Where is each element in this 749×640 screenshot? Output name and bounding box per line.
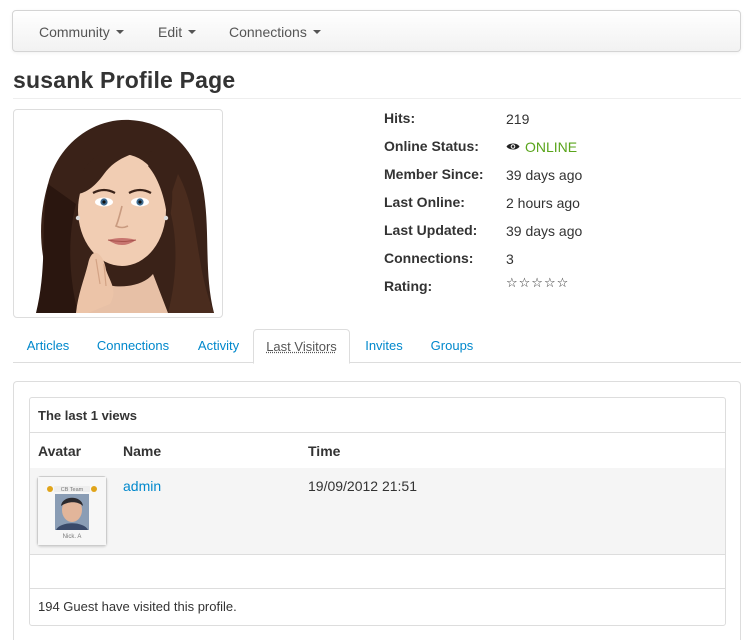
last-online-value: 2 hours ago <box>506 195 580 211</box>
visitors-panel: The last 1 views Avatar Name Time CB Tea… <box>29 397 726 626</box>
divider <box>30 554 725 555</box>
last-online-label: Last Online: <box>384 194 465 210</box>
nav-edit-menu[interactable]: Edit <box>158 11 197 51</box>
tab-last-visitors[interactable]: Last Visitors <box>253 329 350 364</box>
tab-activity[interactable]: Activity <box>196 329 241 363</box>
column-header-avatar: Avatar <box>38 443 82 459</box>
online-status-label: Online Status: <box>384 138 479 154</box>
eye-icon <box>506 143 520 150</box>
column-header-name: Name <box>123 443 162 459</box>
profile-photo[interactable] <box>13 109 223 318</box>
visitor-avatar-image: CB Team Nick. A <box>38 477 106 545</box>
profile-tabs: Articles Connections Activity Last Visit… <box>13 329 741 364</box>
hits-label: Hits: <box>384 110 416 126</box>
top-navbar: Community Edit Connections <box>12 10 741 52</box>
online-status-text: ONLINE <box>525 139 578 155</box>
avatar-banner-text: CB Team <box>61 487 84 493</box>
avatar-caption-text: Nick. A <box>63 534 82 540</box>
hits-value: 219 <box>506 111 530 127</box>
rating-label: Rating: <box>384 278 433 294</box>
connections-value: 3 <box>506 251 514 267</box>
visitor-name-link[interactable]: admin <box>123 478 161 494</box>
page-title: susank Profile Page <box>13 67 236 93</box>
tab-connections[interactable]: Connections <box>96 329 170 363</box>
member-since-label: Member Since: <box>384 166 484 182</box>
connections-label: Connections: <box>384 250 474 266</box>
nav-connections-label: Connections <box>229 24 307 40</box>
divider <box>30 588 725 589</box>
tab-invites[interactable]: Invites <box>364 329 404 363</box>
title-divider <box>13 98 741 99</box>
tab-content-well: The last 1 views Avatar Name Time CB Tea… <box>13 381 741 640</box>
nav-connections-menu[interactable]: Connections <box>229 11 321 51</box>
nav-edit-label: Edit <box>158 24 183 40</box>
tab-last-visitors-label: Last Visitors <box>266 339 337 354</box>
chevron-down-icon <box>312 30 321 35</box>
avatar[interactable]: CB Team Nick. A <box>37 476 107 546</box>
visitors-heading: The last 1 views <box>38 408 137 423</box>
last-updated-value: 39 days ago <box>506 223 583 239</box>
member-since-value: 39 days ago <box>506 167 583 183</box>
divider <box>30 432 725 433</box>
visit-time: 19/09/2012 21:51 <box>308 478 417 494</box>
nav-community-label: Community <box>39 24 110 40</box>
tab-groups[interactable]: Groups <box>430 329 474 363</box>
nav-community-menu[interactable]: Community <box>39 11 124 51</box>
online-status-value: ONLINE <box>506 139 577 155</box>
column-header-time: Time <box>308 443 341 459</box>
guest-visits-summary: 194 Guest have visited this profile. <box>38 599 237 614</box>
chevron-down-icon <box>188 30 197 35</box>
tab-articles[interactable]: Articles <box>26 329 70 363</box>
chevron-down-icon <box>115 30 124 35</box>
last-updated-label: Last Updated: <box>384 222 478 238</box>
profile-photo-image <box>18 114 218 313</box>
rating-stars[interactable]: ☆☆☆☆☆ <box>506 276 569 291</box>
